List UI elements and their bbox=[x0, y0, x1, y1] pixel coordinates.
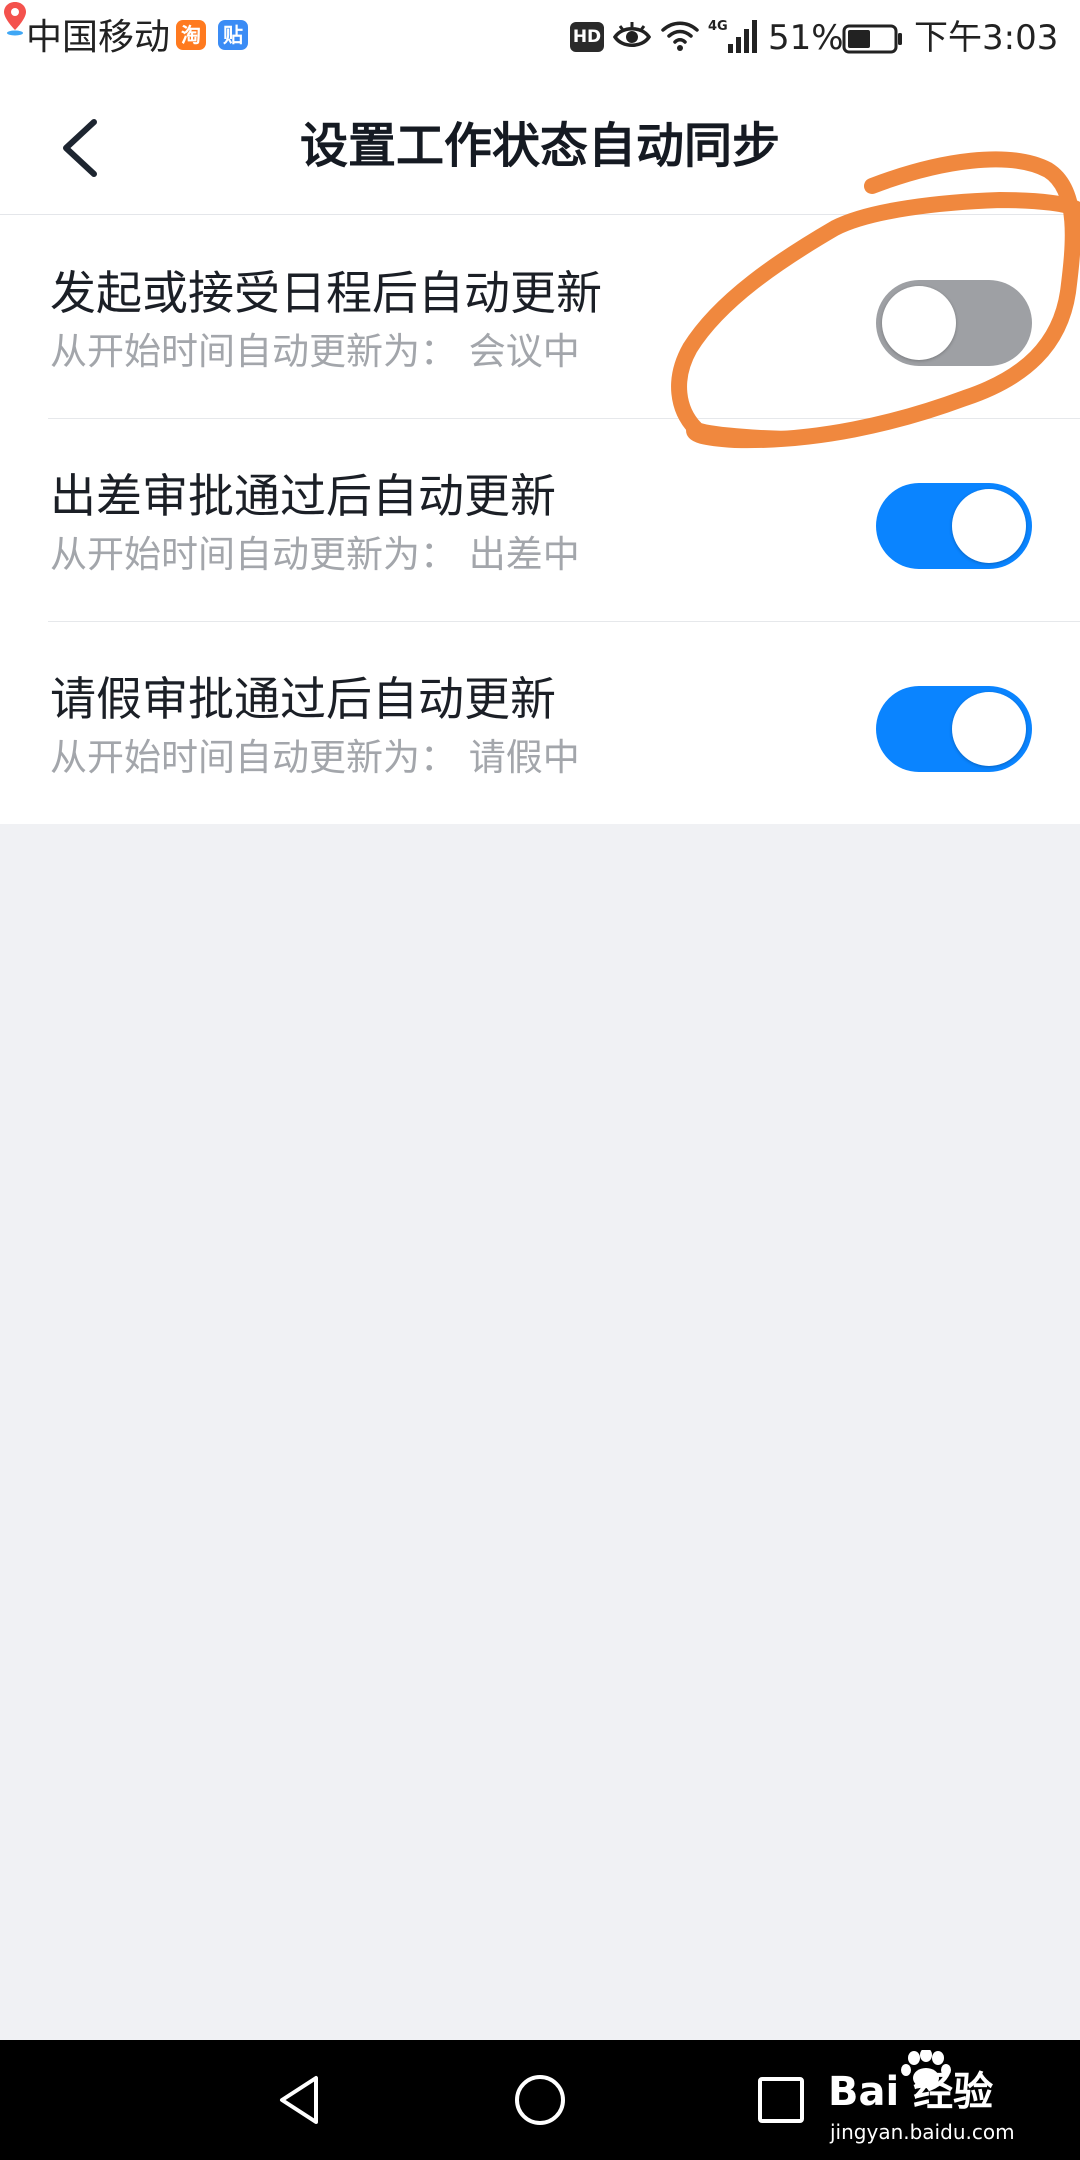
setting-item-leave: 请假审批通过后自动更新 从开始时间自动更新为： 请假中 bbox=[0, 621, 1080, 824]
setting-description: 从开始时间自动更新为： 出差中 bbox=[50, 533, 580, 576]
schedule-sync-toggle[interactable] bbox=[876, 280, 1032, 366]
watermark-url: jingyan.baidu.com bbox=[830, 2120, 1015, 2144]
tieba-icon: 贴 bbox=[218, 20, 248, 50]
business-trip-sync-toggle[interactable] bbox=[876, 483, 1032, 569]
status-bar: 中国移动 淘 贴 HD 4G 51% 下午3:03 bbox=[0, 0, 1080, 76]
square-recents-icon[interactable] bbox=[756, 2072, 806, 2128]
carrier-label: 中国移动 bbox=[26, 17, 171, 58]
eye-icon bbox=[612, 22, 652, 47]
setting-title: 请假审批通过后自动更新 bbox=[50, 672, 556, 726]
setting-description: 从开始时间自动更新为： 会议中 bbox=[50, 330, 580, 373]
signal-4g-icon: 4G bbox=[708, 19, 757, 53]
baidu-jingyan-watermark: Bai 经验 jingyan.baidu.com bbox=[828, 2050, 1068, 2150]
header: 设置工作状态自动同步 bbox=[0, 76, 1080, 215]
circle-home-icon[interactable] bbox=[512, 2070, 568, 2130]
battery-icon bbox=[842, 24, 902, 54]
battery-percent: 51% bbox=[768, 18, 844, 58]
hd-icon: HD bbox=[570, 22, 604, 52]
clock: 下午3:03 bbox=[914, 18, 1059, 58]
setting-item-schedule: 发起或接受日程后自动更新 从开始时间自动更新为： 会议中 bbox=[0, 215, 1080, 418]
screen: 中国移动 淘 贴 HD 4G 51% 下午3:03 设置工作状态自动同步 发起或… bbox=[0, 0, 1080, 2160]
setting-item-business-trip: 出差审批通过后自动更新 从开始时间自动更新为： 出差中 bbox=[0, 418, 1080, 621]
toggle-knob bbox=[952, 692, 1026, 766]
settings-list: 发起或接受日程后自动更新 从开始时间自动更新为： 会议中 出差审批通过后自动更新… bbox=[0, 215, 1080, 824]
network-label: 4G bbox=[708, 19, 728, 34]
setting-description: 从开始时间自动更新为： 请假中 bbox=[50, 736, 580, 779]
leave-sync-toggle[interactable] bbox=[876, 686, 1032, 772]
toggle-knob bbox=[882, 286, 956, 360]
triangle-back-icon[interactable] bbox=[270, 2070, 330, 2130]
wifi-icon bbox=[661, 21, 699, 51]
setting-title: 发起或接受日程后自动更新 bbox=[50, 266, 602, 320]
watermark-brand: Bai 经验 bbox=[828, 2069, 994, 2115]
taobao-icon: 淘 bbox=[176, 20, 206, 50]
setting-title: 出差审批通过后自动更新 bbox=[50, 469, 556, 523]
toggle-knob bbox=[952, 489, 1026, 563]
page-title: 设置工作状态自动同步 bbox=[299, 118, 780, 174]
